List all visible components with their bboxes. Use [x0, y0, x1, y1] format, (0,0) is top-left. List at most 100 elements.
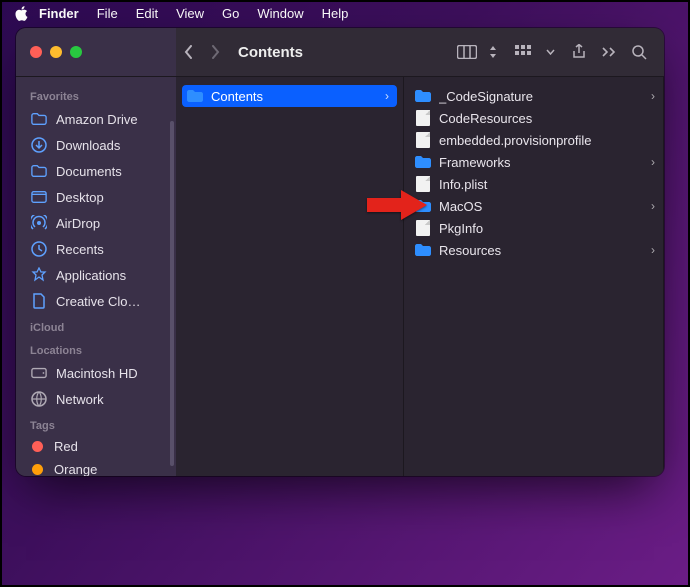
file-icon — [414, 109, 432, 127]
chevron-right-icon: › — [385, 89, 389, 103]
finder-window: Contents — [16, 28, 664, 476]
menu-help[interactable]: Help — [313, 6, 358, 21]
chevron-right-icon: › — [651, 155, 655, 169]
back-button[interactable] — [176, 39, 202, 65]
sidebar-item-downloads[interactable]: Downloads — [16, 132, 176, 158]
list-item[interactable]: CodeResources — [404, 107, 663, 129]
tag-dot-icon — [32, 441, 43, 452]
zoom-button[interactable] — [70, 46, 82, 58]
list-item[interactable]: PkgInfo — [404, 217, 663, 239]
list-item-label: _CodeSignature — [439, 89, 644, 104]
tag-dot-icon — [32, 464, 43, 475]
file-icon — [414, 131, 432, 149]
sidebar-item-label: Network — [56, 392, 104, 407]
folder-icon — [414, 197, 432, 215]
list-item[interactable]: Resources › — [404, 239, 663, 261]
minimize-button[interactable] — [50, 46, 62, 58]
list-item[interactable]: Frameworks › — [404, 151, 663, 173]
sidebar-item-macintosh-hd[interactable]: Macintosh HD — [16, 360, 176, 386]
menu-go[interactable]: Go — [213, 6, 248, 21]
folder-icon — [30, 162, 48, 180]
menu-view[interactable]: View — [167, 6, 213, 21]
sidebar-item-label: Creative Clo… — [56, 294, 141, 309]
forward-button[interactable] — [202, 39, 228, 65]
sidebar-item-label: AirDrop — [56, 216, 100, 231]
desktop-icon — [30, 188, 48, 206]
apps-icon — [30, 266, 48, 284]
traffic-lights — [16, 46, 176, 58]
view-columns-icon[interactable] — [452, 38, 482, 66]
chevron-right-icon: › — [651, 89, 655, 103]
sidebar-scrollbar[interactable] — [170, 121, 174, 466]
sidebar-header-favorites: Favorites — [16, 83, 176, 106]
group-icon[interactable] — [510, 38, 540, 66]
globe-icon — [30, 390, 48, 408]
sidebar-item-label: Desktop — [56, 190, 104, 205]
list-item-label: CodeResources — [439, 111, 655, 126]
apple-menu-icon[interactable] — [12, 6, 30, 21]
list-item[interactable]: embedded.provisionprofile — [404, 129, 663, 151]
sidebar-item-desktop[interactable]: Desktop — [16, 184, 176, 210]
menubar: Finder File Edit View Go Window Help — [2, 2, 688, 24]
list-item[interactable]: Info.plist — [404, 173, 663, 195]
list-item-label: Resources — [439, 243, 644, 258]
folder-icon — [186, 87, 204, 105]
sidebar-item-network[interactable]: Network — [16, 386, 176, 412]
search-icon[interactable] — [624, 38, 654, 66]
list-item[interactable]: _CodeSignature › — [404, 85, 663, 107]
sidebar-item-label: Documents — [56, 164, 122, 179]
download-icon — [30, 136, 48, 154]
file-icon — [414, 175, 432, 193]
overflow-icon[interactable] — [594, 38, 624, 66]
sidebar-item-airdrop[interactable]: AirDrop — [16, 210, 176, 236]
doc-icon — [30, 292, 48, 310]
sidebar-header-icloud: iCloud — [16, 314, 176, 337]
sidebar-item-label: Recents — [56, 242, 104, 257]
sidebar-header-locations: Locations — [16, 337, 176, 360]
folder-icon — [30, 110, 48, 128]
list-item[interactable]: MacOS › — [404, 195, 663, 217]
folder-icon — [414, 87, 432, 105]
list-item-label: Info.plist — [439, 177, 655, 192]
sidebar: Favorites Amazon Drive Downloads Documen… — [16, 77, 176, 476]
sidebar-item-applications[interactable]: Applications — [16, 262, 176, 288]
folder-icon — [414, 153, 432, 171]
menu-window[interactable]: Window — [248, 6, 312, 21]
sidebar-item-recents[interactable]: Recents — [16, 236, 176, 262]
list-item-label: PkgInfo — [439, 221, 655, 236]
menu-file[interactable]: File — [88, 6, 127, 21]
column-1: Contents › — [176, 77, 404, 476]
list-item[interactable]: Contents › — [182, 85, 397, 107]
menu-edit[interactable]: Edit — [127, 6, 167, 21]
sidebar-item-label: Macintosh HD — [56, 366, 138, 381]
column-2: _CodeSignature › CodeResources embedded.p… — [404, 77, 664, 476]
sidebar-tag-orange[interactable]: Orange — [16, 458, 176, 476]
sidebar-item-documents[interactable]: Documents — [16, 158, 176, 184]
list-item-label: MacOS — [439, 199, 644, 214]
airdrop-icon — [30, 214, 48, 232]
menu-app[interactable]: Finder — [30, 6, 88, 21]
column-view: Contents › _CodeSignature › CodeResources… — [176, 77, 664, 476]
sidebar-item-label: Downloads — [56, 138, 120, 153]
sidebar-item-label: Amazon Drive — [56, 112, 138, 127]
close-button[interactable] — [30, 46, 42, 58]
chevron-right-icon: › — [651, 199, 655, 213]
sidebar-item-label: Red — [54, 439, 78, 454]
list-item-label: Frameworks — [439, 155, 644, 170]
clock-icon — [30, 240, 48, 258]
sidebar-item-label: Orange — [54, 462, 97, 476]
titlebar: Contents — [16, 28, 664, 77]
list-item-label: Contents — [211, 89, 378, 104]
file-icon — [414, 219, 432, 237]
share-icon[interactable] — [564, 38, 594, 66]
sidebar-item-label: Applications — [56, 268, 126, 283]
window-title: Contents — [238, 44, 442, 61]
view-sort-icon[interactable] — [486, 38, 500, 66]
chevron-right-icon: › — [651, 243, 655, 257]
folder-icon — [414, 241, 432, 259]
sidebar-item-amazon-drive[interactable]: Amazon Drive — [16, 106, 176, 132]
sidebar-header-tags: Tags — [16, 412, 176, 435]
sidebar-tag-red[interactable]: Red — [16, 435, 176, 458]
sidebar-item-creative-cloud[interactable]: Creative Clo… — [16, 288, 176, 314]
chevron-down-icon[interactable] — [544, 38, 556, 66]
